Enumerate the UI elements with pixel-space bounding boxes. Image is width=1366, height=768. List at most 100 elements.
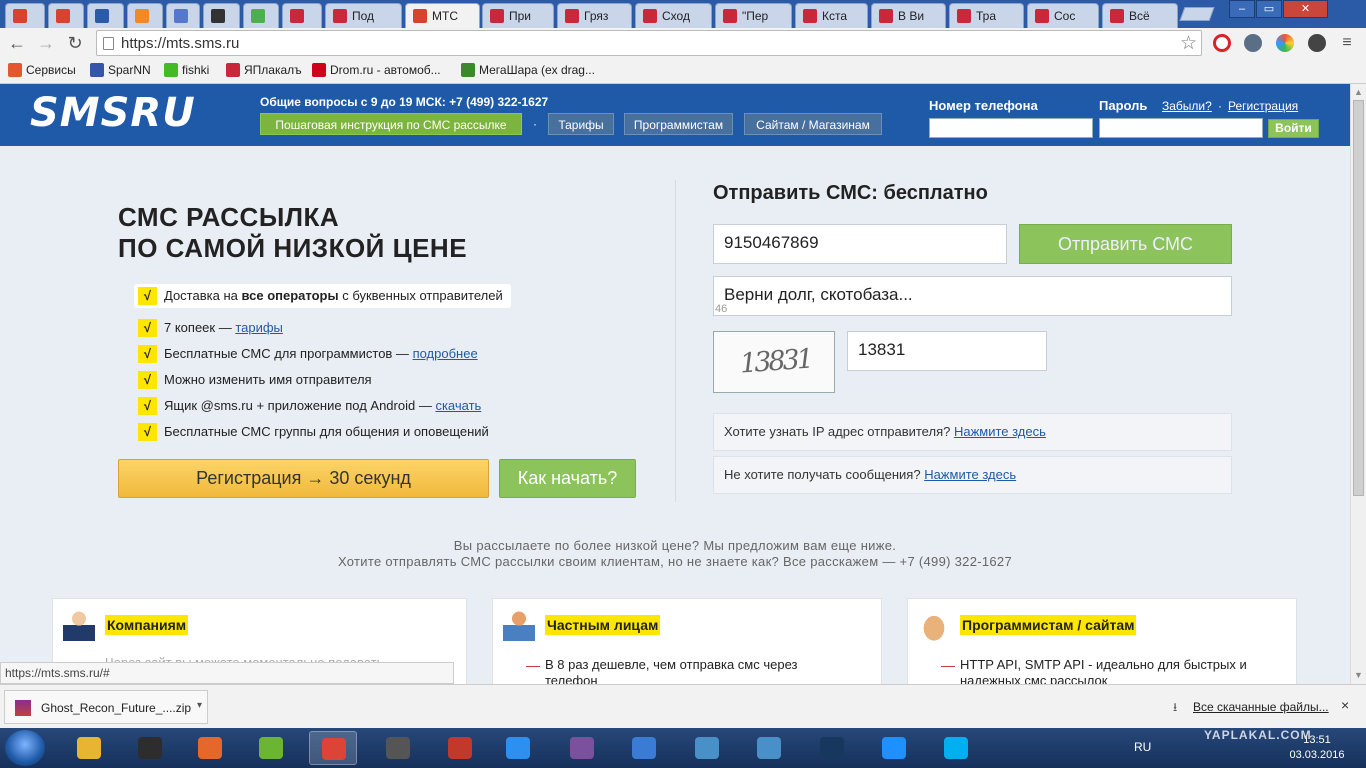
scroll-thumb[interactable] bbox=[1353, 100, 1364, 496]
bookmarks-bar: Сервисы SparNN fishki ЯПлакалъ Drom.ru - авт… bbox=[0, 58, 1366, 84]
chrome-menu-icon[interactable]: ≡ bbox=[1336, 32, 1358, 54]
taskbar-app-button[interactable] bbox=[436, 731, 484, 765]
scroll-up-icon[interactable]: ▲ bbox=[1354, 87, 1363, 97]
color-extension-icon[interactable] bbox=[1276, 34, 1294, 52]
bookmark-item[interactable]: ЯПлакалъ bbox=[226, 63, 302, 77]
forward-button[interactable]: → bbox=[35, 32, 57, 54]
browser-tab[interactable] bbox=[48, 3, 84, 28]
taskbar-app-button[interactable] bbox=[309, 731, 357, 765]
taskbar-app-button[interactable] bbox=[745, 731, 793, 765]
maximize-button[interactable]: ▭ bbox=[1256, 0, 1282, 18]
taskbar-app-button[interactable] bbox=[186, 731, 234, 765]
browser-tab[interactable] bbox=[5, 3, 45, 28]
how-to-start-button[interactable]: Как начать? bbox=[499, 459, 636, 498]
register-link[interactable]: Регистрация bbox=[1228, 99, 1298, 113]
ip-click-link[interactable]: Нажмите здесь bbox=[954, 424, 1046, 439]
taskbar-app-button[interactable] bbox=[808, 731, 856, 765]
bookmark-star-icon[interactable]: ☆ bbox=[1180, 32, 1197, 55]
forgot-password-link[interactable]: Забыли? bbox=[1162, 99, 1212, 113]
nav-tariffs[interactable]: Тарифы bbox=[548, 113, 614, 135]
card-individuals[interactable]: Частным лицам — В 8 раз дешевле, чем отп… bbox=[492, 598, 882, 684]
bookmark-item[interactable]: Drom.ru - автомоб... bbox=[312, 63, 441, 77]
browser-tab[interactable]: Кста bbox=[795, 3, 868, 28]
browser-tab[interactable] bbox=[282, 3, 322, 28]
browser-tab[interactable]: "Пер bbox=[715, 3, 792, 28]
address-bar[interactable]: https://mts.sms.ru ☆ bbox=[96, 30, 1202, 56]
browser-tab[interactable]: Сход bbox=[635, 3, 712, 28]
app-icon bbox=[632, 737, 656, 759]
captcha-text: 13831 bbox=[739, 343, 812, 380]
taskbar-app-button[interactable] bbox=[683, 731, 731, 765]
back-button[interactable]: ← bbox=[6, 32, 28, 54]
nav-sites-shops[interactable]: Сайтам / Магазинам bbox=[744, 113, 882, 135]
bookmark-item[interactable]: Сервисы bbox=[8, 63, 76, 77]
browser-tab[interactable] bbox=[87, 3, 124, 28]
taskbar-app-button[interactable] bbox=[247, 731, 295, 765]
register-button[interactable]: Регистрация → 30 секунд bbox=[118, 459, 489, 498]
message-input[interactable]: Верни долг, скотобаза... bbox=[713, 276, 1232, 316]
scroll-down-icon[interactable]: ▼ bbox=[1354, 670, 1363, 680]
taskbar-app-button[interactable] bbox=[494, 731, 542, 765]
reload-button[interactable]: ↻ bbox=[64, 32, 86, 54]
rock-hand-icon bbox=[918, 609, 950, 641]
taskbar-app-button[interactable] bbox=[65, 731, 113, 765]
browser-tab[interactable] bbox=[127, 3, 163, 28]
all-downloads-link[interactable]: Все скачанные файлы... bbox=[1193, 700, 1329, 714]
browser-tab[interactable]: Сос bbox=[1027, 3, 1099, 28]
login-password-input[interactable] bbox=[1099, 118, 1263, 138]
send-sms-button[interactable]: Отправить СМС bbox=[1019, 224, 1232, 264]
unsubscribe-question: Не хотите получать сообщения? bbox=[724, 467, 921, 482]
eye-extension-icon[interactable] bbox=[1244, 34, 1262, 52]
feature-link[interactable]: тарифы bbox=[235, 320, 283, 335]
feature-link[interactable]: скачать bbox=[435, 398, 481, 413]
browser-tab[interactable]: Всё bbox=[1102, 3, 1178, 28]
site-logo[interactable]: SMSRU bbox=[30, 90, 196, 136]
captcha-input[interactable]: 13831 bbox=[847, 331, 1047, 371]
browser-tab[interactable] bbox=[166, 3, 200, 28]
tab-favicon-icon bbox=[1110, 9, 1124, 23]
browser-tab[interactable]: В Ви bbox=[871, 3, 946, 28]
login-phone-input[interactable] bbox=[929, 118, 1093, 138]
page-scrollbar[interactable]: ▲ ▼ bbox=[1350, 84, 1366, 684]
browser-tab[interactable] bbox=[203, 3, 240, 28]
login-button[interactable]: Войти bbox=[1268, 119, 1319, 138]
close-shelf-icon[interactable]: × bbox=[1341, 697, 1349, 713]
download-menu-icon[interactable]: ▾ bbox=[197, 700, 202, 711]
tab-favicon-icon bbox=[333, 9, 347, 23]
browser-tab[interactable]: При bbox=[482, 3, 554, 28]
browser-tab[interactable]: Под bbox=[325, 3, 402, 28]
taskbar-app-button[interactable] bbox=[932, 731, 980, 765]
app-icon bbox=[198, 737, 222, 759]
nav-programmers[interactable]: Программистам bbox=[624, 113, 733, 135]
start-button[interactable] bbox=[5, 730, 45, 766]
taskbar-app-button[interactable] bbox=[870, 731, 918, 765]
language-indicator[interactable]: RU bbox=[1134, 740, 1151, 754]
opera-extension-icon[interactable] bbox=[1213, 34, 1231, 52]
page-content: SMSRU Общие вопросы с 9 до 19 МСК: +7 (4… bbox=[0, 84, 1350, 684]
nav-instruction[interactable]: Пошаговая инструкция по СМС рассылке bbox=[260, 113, 522, 135]
taskbar-app-button[interactable] bbox=[558, 731, 606, 765]
minimize-button[interactable]: – bbox=[1229, 0, 1255, 18]
phone-number-input[interactable]: 9150467869 bbox=[713, 224, 1007, 264]
taskbar-app-button[interactable] bbox=[620, 731, 668, 765]
browser-tab[interactable]: Гряз bbox=[557, 3, 632, 28]
browser-tab[interactable]: МТС bbox=[405, 3, 480, 28]
bookmark-item[interactable]: SparNN bbox=[90, 63, 151, 77]
download-item[interactable]: Ghost_Recon_Future_....zip ▾ bbox=[4, 690, 208, 724]
bookmark-item[interactable]: МегаШара (ex drag... bbox=[461, 63, 595, 77]
close-window-button[interactable]: ✕ bbox=[1283, 0, 1328, 18]
feature-text: Можно изменить имя отправителя bbox=[164, 372, 372, 387]
browser-tab[interactable]: Тра bbox=[949, 3, 1024, 28]
unsubscribe-link[interactable]: Нажмите здесь bbox=[924, 467, 1016, 482]
spy-extension-icon[interactable] bbox=[1308, 34, 1326, 52]
tab-favicon-icon bbox=[135, 9, 149, 23]
taskbar-app-button[interactable] bbox=[126, 731, 174, 765]
bookmark-item[interactable]: fishki bbox=[164, 63, 209, 77]
download-icon: ⭳ bbox=[1173, 700, 1178, 714]
app-icon bbox=[695, 737, 719, 759]
browser-tab[interactable] bbox=[243, 3, 279, 28]
taskbar-app-button[interactable] bbox=[374, 731, 422, 765]
new-tab-button[interactable] bbox=[1179, 7, 1215, 21]
feature-link[interactable]: подробнее bbox=[413, 346, 478, 361]
card-programmers[interactable]: Программистам / сайтам — HTTP API, SMTP … bbox=[907, 598, 1297, 684]
